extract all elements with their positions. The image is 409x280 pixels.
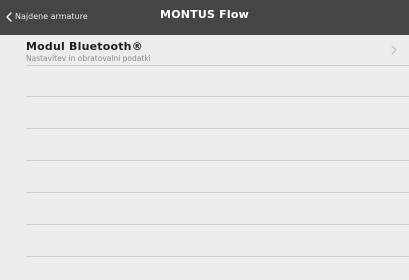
- list-item-bluetooth-module[interactable]: Modul Bluetooth® Nastavitev in obratoval…: [0, 35, 409, 66]
- page-title: MONTUS Flow: [160, 8, 249, 21]
- empty-list-row: [26, 65, 409, 97]
- list-item-title: Modul Bluetooth®: [26, 40, 143, 53]
- empty-list-row: [26, 193, 409, 225]
- empty-list-row: [26, 129, 409, 161]
- top-bar: Najdene armature MONTUS Flow: [0, 0, 409, 35]
- empty-list-row: [26, 225, 409, 257]
- settings-list: Modul Bluetooth® Nastavitev in obratoval…: [0, 35, 409, 257]
- list-item-subtitle: Nastavitev in obratovalni podatki: [26, 54, 151, 63]
- empty-list-row: [26, 97, 409, 129]
- chevron-right-icon: [391, 45, 397, 55]
- empty-list-row: [26, 161, 409, 193]
